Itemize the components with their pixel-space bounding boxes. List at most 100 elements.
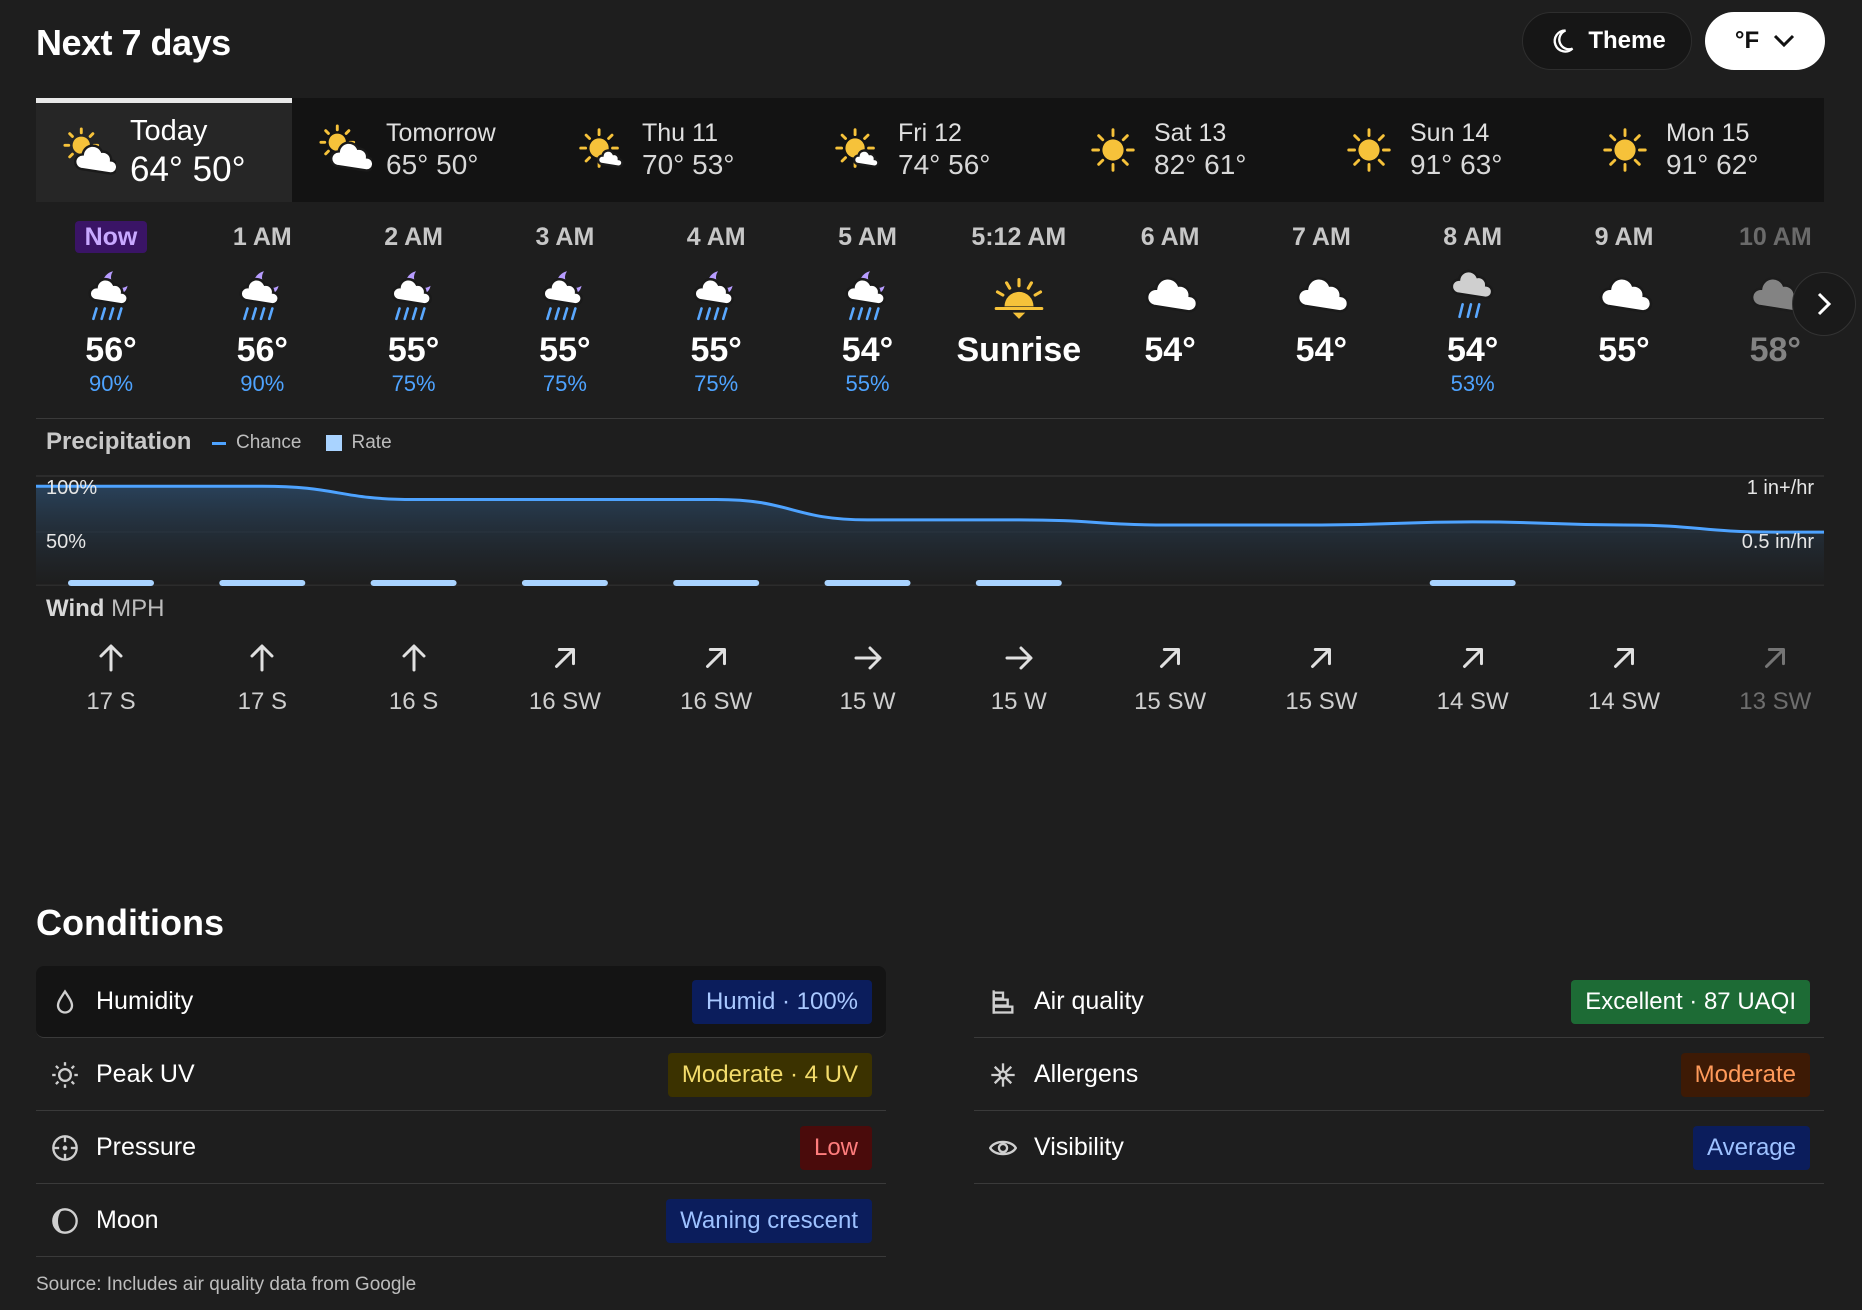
- wind-value: 13 SW: [1739, 688, 1812, 715]
- wind-arrow-icon: [1765, 648, 1786, 668]
- wind-arrow-icon: [854, 646, 881, 670]
- hour-column: 5:12 AM Sunrise: [944, 218, 1094, 370]
- moon-icon: [1553, 29, 1574, 53]
- y-right-max: 1 in+/hr: [1747, 477, 1815, 499]
- condition-humidity[interactable]: Humidity Humid · 100%: [36, 966, 886, 1038]
- rate-bar: [521, 580, 608, 586]
- next-hours-button[interactable]: [1792, 272, 1856, 336]
- rate-bar: [68, 580, 154, 586]
- condition-badge: Low: [799, 1125, 872, 1170]
- condition-badge: Average: [1693, 1125, 1810, 1170]
- cloud-icon: [1145, 276, 1199, 313]
- day-name: Fri 12: [898, 119, 962, 148]
- hour-label: 9 AM: [1594, 223, 1654, 251]
- day-temps: 70° 53°: [642, 149, 735, 181]
- condition-label: Peak UV: [96, 1060, 195, 1088]
- condition-label: Air quality: [1034, 987, 1144, 1015]
- wind-column: 15 SW: [1095, 640, 1245, 716]
- condition-air-quality[interactable]: Air quality Excellent · 87 UAQI: [974, 966, 1824, 1038]
- hour-column: Now 56° 90%: [36, 218, 186, 398]
- wind-column: 16 SW: [641, 640, 791, 716]
- wind-arrow-icon: [1311, 648, 1332, 668]
- day-tab-5[interactable]: Sun 14 91° 63°: [1316, 98, 1572, 202]
- day-tab-4[interactable]: Sat 13 82° 61°: [1060, 98, 1316, 202]
- day-name: Today: [130, 115, 208, 148]
- rate-bar: [370, 580, 457, 586]
- condition-moon[interactable]: Moon Waning crescent: [36, 1185, 886, 1257]
- day-temps: 64° 50°: [130, 149, 246, 189]
- hour-precip-chance: 75%: [694, 371, 739, 396]
- sunrise-icon: [994, 277, 1044, 319]
- day-tabs: Today 64° 50° Tomorrow 65° 50° Thu 11 70…: [36, 98, 1824, 202]
- hour-precip-chance: 75%: [542, 371, 587, 396]
- hour-label: 2 AM: [384, 223, 443, 251]
- night-rain-icon: [88, 271, 129, 321]
- hour-label: 10 AM: [1738, 223, 1812, 251]
- wind-arrow-icon: [1160, 648, 1181, 668]
- hour-precip-chance: 75%: [391, 371, 436, 396]
- day-name: Sun 14: [1410, 119, 1490, 148]
- hour-temp: Sunrise: [956, 331, 1082, 369]
- day-temps: 65° 50°: [386, 149, 479, 181]
- unit-label: °F: [1734, 27, 1760, 54]
- day-tab-1[interactable]: Tomorrow 65° 50°: [292, 98, 548, 202]
- day-tab-2[interactable]: Thu 11 70° 53°: [548, 98, 804, 202]
- mostly-sunny-icon: [579, 128, 624, 168]
- conditions-title: Conditions: [36, 902, 224, 943]
- theme-button[interactable]: Theme: [1522, 12, 1692, 70]
- hour-label: 4 AM: [686, 223, 746, 251]
- day-tab-6[interactable]: Mon 15 91° 62°: [1572, 98, 1824, 202]
- condition-label: Visibility: [1034, 1133, 1124, 1161]
- y-left-50: 50%: [46, 531, 86, 553]
- hour-temp: 56°: [236, 331, 288, 369]
- condition-visibility[interactable]: Visibility Average: [974, 1112, 1824, 1184]
- wind-column: 16 SW: [490, 640, 640, 716]
- wind-column: 15 W: [793, 640, 943, 716]
- cloud-icon: [1297, 276, 1350, 313]
- day-tab-0[interactable]: Today 64° 50°: [36, 98, 292, 202]
- chance-area: [36, 486, 1824, 585]
- wind-value: 14 SW: [1587, 688, 1661, 715]
- condition-allergens[interactable]: Allergens Moderate: [974, 1039, 1824, 1111]
- rate-bar: [824, 580, 911, 586]
- day-temps: 91° 63°: [1410, 149, 1503, 181]
- hour-temp: 54°: [1446, 331, 1499, 369]
- condition-label: Allergens: [1034, 1060, 1139, 1088]
- now-badge: Now: [74, 221, 148, 253]
- condition-peak-uv[interactable]: Peak UV Moderate · 4 UV: [36, 1039, 886, 1111]
- hour-column: 3 AM 55° 75%: [490, 218, 640, 398]
- condition-pressure[interactable]: Pressure Low: [36, 1112, 886, 1184]
- hour-temp: 58°: [1749, 331, 1801, 369]
- condition-badge: Excellent · 87 UAQI: [1571, 979, 1810, 1024]
- day-icon: [830, 123, 884, 177]
- hour-precip-chance: 53%: [1450, 371, 1495, 396]
- legend-chance: Chance: [236, 432, 302, 453]
- wind-value: 16 SW: [680, 688, 753, 715]
- wind-column: 17 S: [36, 640, 186, 716]
- hour-column: 1 AM 56° 90%: [187, 218, 337, 398]
- day-temps: 82° 61°: [1154, 149, 1247, 181]
- wind-column: 16 S: [339, 640, 489, 716]
- day-tab-3[interactable]: Fri 12 74° 56°: [804, 98, 1060, 202]
- rate-bar: [219, 580, 306, 586]
- partly-cloudy-sun-icon: [63, 126, 119, 175]
- hour-precip-chance: 90%: [88, 371, 134, 396]
- night-rain-icon: [239, 271, 281, 321]
- hour-column: 4 AM 55° 75%: [641, 218, 791, 398]
- rate-bar: [673, 580, 760, 586]
- hour-temp: 54°: [1144, 331, 1196, 369]
- hour-label: 5 AM: [838, 223, 897, 251]
- condition-badge: Moderate · 4 UV: [667, 1052, 872, 1097]
- sun-icon: [1603, 128, 1647, 172]
- wind-column: 17 S: [187, 640, 337, 716]
- unit-select[interactable]: °F: [1705, 12, 1825, 70]
- sun-icon: [1347, 128, 1391, 172]
- y-right-half: 0.5 in/hr: [1742, 531, 1815, 553]
- pollen-icon: [991, 1062, 1015, 1087]
- chevron-right-icon: [1817, 292, 1832, 316]
- day-icon: [62, 126, 119, 180]
- wind-column: 14 SW: [1549, 640, 1699, 716]
- wind-arrow-icon: [1005, 646, 1033, 670]
- eye-icon: [989, 1140, 1017, 1155]
- hour-label: 6 AM: [1140, 223, 1200, 251]
